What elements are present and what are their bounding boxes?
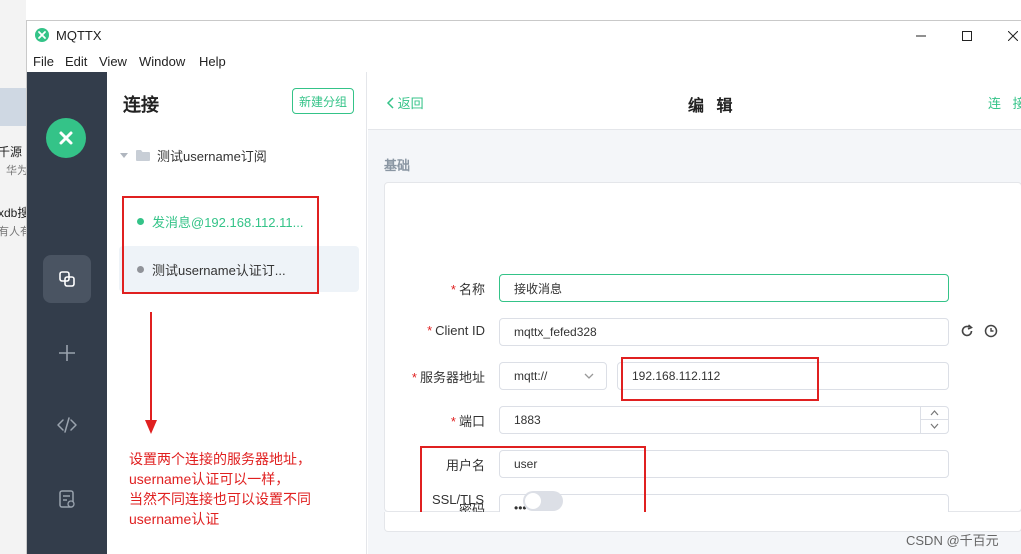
port-value: 1883 <box>514 413 541 427</box>
annotation-line: username认证可以一样， <box>129 471 290 487</box>
menu-help[interactable]: Help <box>199 54 226 69</box>
basic-settings-card-bottom <box>384 512 1021 532</box>
watermark: CSDN @千百元 <box>906 533 999 548</box>
background-app-item-sub: 华为 <box>6 165 26 177</box>
connections-panel: 连接 新建分组 测试username订阅 发消息@192.168.112.11.… <box>107 72 367 554</box>
back-label: 返回 <box>397 96 424 111</box>
back-button[interactable]: 返回 <box>386 93 424 112</box>
ssl-toggle[interactable] <box>523 491 563 511</box>
log-icon <box>59 490 75 508</box>
script-nav-button[interactable] <box>43 401 91 449</box>
name-label: * 名称 <box>450 282 485 297</box>
menu-edit[interactable]: Edit <box>65 54 87 69</box>
annotation-line: 当然不同连接也可以设置不同 <box>129 491 311 507</box>
new-connection-nav-button[interactable] <box>43 329 91 377</box>
background-app-item-label: 千源 <box>0 145 23 159</box>
annotation-line: username认证 <box>129 511 220 527</box>
nav-sidebar <box>27 72 107 554</box>
edit-connection-panel: 返回 编 辑 连 接 基础 *名称 接收消息 *Client ID mqttx_… <box>368 72 1021 554</box>
plus-icon <box>59 345 75 361</box>
section-basic-label: 基础 <box>384 158 411 173</box>
ssl-label: SSL/TLS <box>431 492 484 507</box>
caret-down-icon <box>120 153 128 158</box>
chevron-down-icon <box>584 373 594 379</box>
menu-file[interactable]: File <box>33 54 54 69</box>
menu-bar: File Edit View Window Help <box>27 50 1021 72</box>
annotation-arrow <box>145 312 157 434</box>
client-id-input[interactable]: mqttx_fefed328 <box>499 318 949 346</box>
menu-view[interactable]: View <box>99 54 127 69</box>
new-group-button[interactable]: 新建分组 <box>292 88 354 114</box>
folder-icon <box>136 149 150 161</box>
connection-group[interactable]: 测试username订阅 <box>119 144 267 166</box>
connections-title: 连接 <box>123 95 159 115</box>
page-title: 编 辑 <box>688 98 737 115</box>
edit-header: 返回 编 辑 连 接 <box>368 72 1021 130</box>
protocol-value: mqtt:// <box>514 369 548 383</box>
background-app-item-sub: 有人有 <box>0 226 26 238</box>
host-label: * 服务器地址 <box>411 370 485 385</box>
close-window-button[interactable] <box>990 21 1021 50</box>
port-stepper[interactable] <box>920 407 948 433</box>
chevron-up-icon <box>930 410 939 416</box>
connections-nav-button[interactable] <box>43 255 91 303</box>
connect-button[interactable]: 连 接 <box>988 93 1021 112</box>
name-input[interactable]: 接收消息 <box>499 274 949 302</box>
chevron-left-icon <box>386 97 394 109</box>
protocol-select[interactable]: mqtt:// <box>499 362 607 390</box>
annotation-line: 设置两个连接的服务器地址， <box>129 451 311 467</box>
mqttx-logo-icon <box>46 118 86 158</box>
chevron-down-icon <box>930 423 939 429</box>
mqttx-window: MQTTX File Edit View Window Help 连接 新建分组… <box>26 20 1021 554</box>
log-nav-button[interactable] <box>43 475 91 523</box>
port-label: * 端口 <box>450 414 485 429</box>
code-icon <box>57 417 77 433</box>
background-app-item-label: xdb搜 <box>0 206 26 220</box>
refresh-icon[interactable] <box>960 324 974 338</box>
maximize-button[interactable] <box>944 21 990 50</box>
title-bar: MQTTX <box>27 21 1021 50</box>
menu-window[interactable]: Window <box>139 54 185 69</box>
annotation-box <box>122 196 319 294</box>
minimize-button[interactable] <box>898 21 944 50</box>
connections-icon <box>59 271 75 287</box>
background-app-selected-row <box>0 88 26 126</box>
window-title: MQTTX <box>56 28 102 43</box>
client-id-label: * Client ID <box>427 323 485 338</box>
mqttx-logo-icon <box>35 28 49 42</box>
annotation-text: 设置两个连接的服务器地址， username认证可以一样， 当然不同连接也可以设… <box>129 449 311 529</box>
group-name: 测试username订阅 <box>157 148 267 164</box>
clock-icon[interactable] <box>984 324 998 338</box>
background-app: 千源 华为 xdb搜 有人有 <box>0 0 26 554</box>
toggle-knob <box>525 493 541 509</box>
basic-settings-card: * 名称 接收消息 * Client ID mqttx_fefed328 * 服务器地… <box>384 182 1021 532</box>
annotation-box <box>621 357 819 401</box>
port-input[interactable]: 1883 <box>499 406 949 434</box>
